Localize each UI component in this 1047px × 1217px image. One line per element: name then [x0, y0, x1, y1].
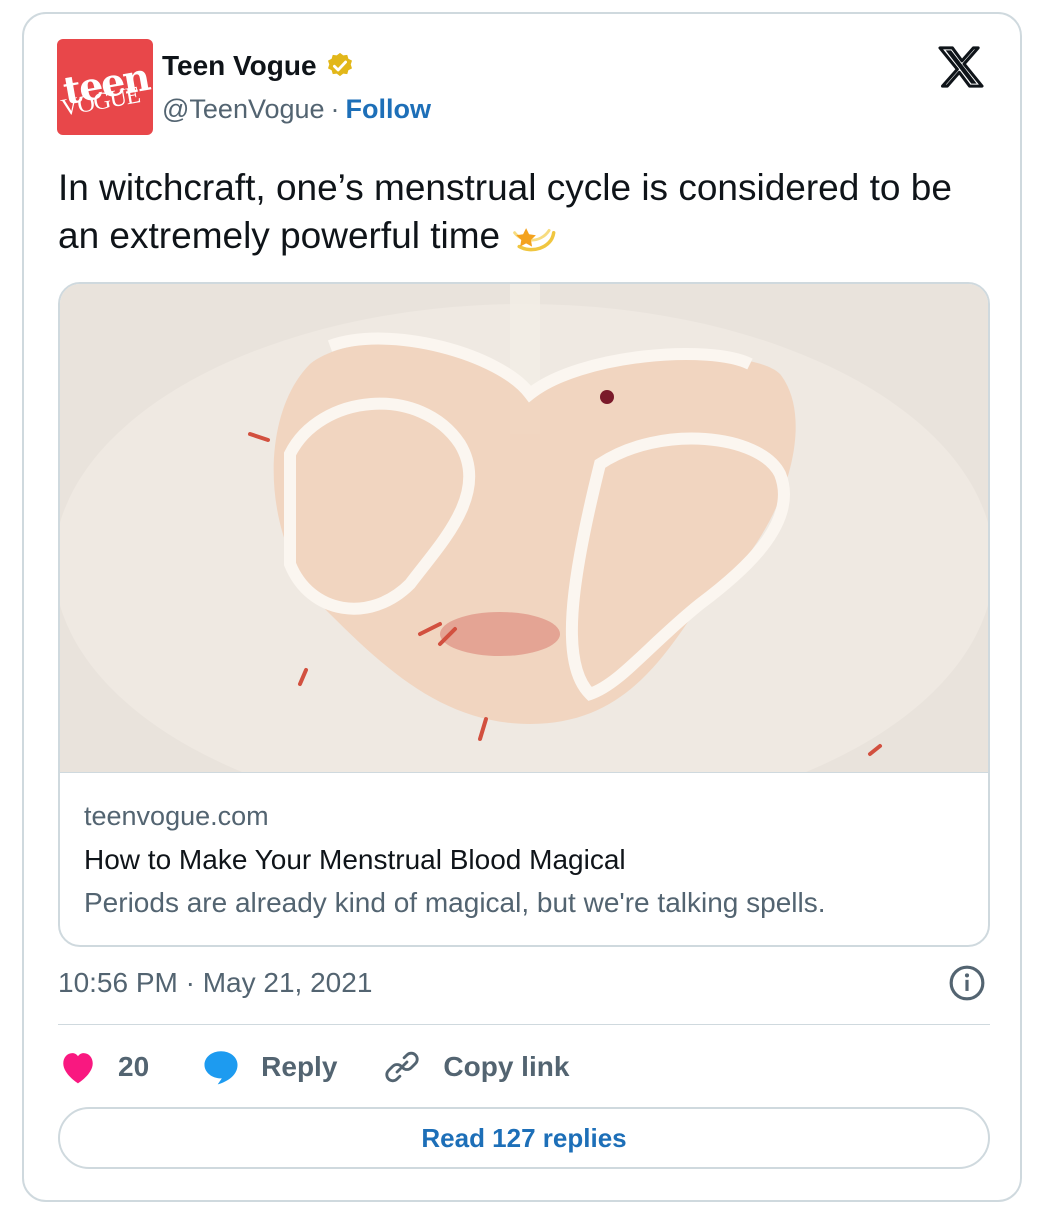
- author-name[interactable]: Teen Vogue: [162, 50, 317, 82]
- action-bar: 20 Reply Copy link: [58, 1047, 569, 1087]
- author-name-row: Teen Vogue: [162, 50, 355, 82]
- like-button[interactable]: 20: [58, 1049, 149, 1085]
- link-preview-card[interactable]: teenvogue.com How to Make Your Menstrual…: [58, 282, 990, 947]
- tweet-timestamp[interactable]: 10:56 PM · May 21, 2021: [58, 967, 372, 999]
- x-logo-icon[interactable]: [938, 46, 984, 88]
- author-avatar[interactable]: teen VOGUE: [57, 39, 153, 135]
- heart-icon: [63, 1053, 93, 1084]
- follow-link[interactable]: Follow: [346, 94, 431, 125]
- gold-verified-badge-icon: [327, 52, 352, 77]
- author-handle[interactable]: @TeenVogue: [162, 94, 325, 125]
- link-description: Periods are already kind of magical, but…: [84, 887, 826, 918]
- reply-bubble-icon: [204, 1051, 238, 1085]
- divider: [58, 1024, 990, 1025]
- link-domain: teenvogue.com: [84, 801, 269, 831]
- tweet-text: In witchcraft, one’s menstrual cycle is …: [58, 164, 988, 260]
- link-preview-image[interactable]: [60, 284, 988, 772]
- tweet-text-body: In witchcraft, one’s menstrual cycle is …: [58, 167, 952, 256]
- reply-button[interactable]: Reply: [201, 1048, 337, 1086]
- dizzy-star-emoji-icon: [513, 228, 556, 252]
- tweet-embed-card: teen VOGUE Teen Vogue @TeenVogue · Follo…: [22, 12, 1022, 1202]
- link-title: How to Make Your Menstrual Blood Magical: [84, 844, 626, 875]
- handle-separator: ·: [330, 94, 340, 124]
- read-replies-button[interactable]: Read 127 replies: [58, 1107, 990, 1169]
- link-preview-meta[interactable]: teenvogue.com How to Make Your Menstrual…: [60, 772, 988, 945]
- author-handle-row: @TeenVogue · Follow: [162, 94, 431, 125]
- like-count: 20: [118, 1051, 150, 1082]
- copy-link-button[interactable]: Copy link: [385, 1050, 569, 1084]
- reply-label: Reply: [261, 1051, 338, 1082]
- link-chain-icon: [385, 1051, 419, 1083]
- copy-link-label: Copy link: [443, 1051, 570, 1082]
- read-replies-label: Read 127 replies: [421, 1122, 627, 1153]
- info-icon[interactable]: [948, 964, 986, 1002]
- bowl-photo-illustration: [60, 284, 988, 772]
